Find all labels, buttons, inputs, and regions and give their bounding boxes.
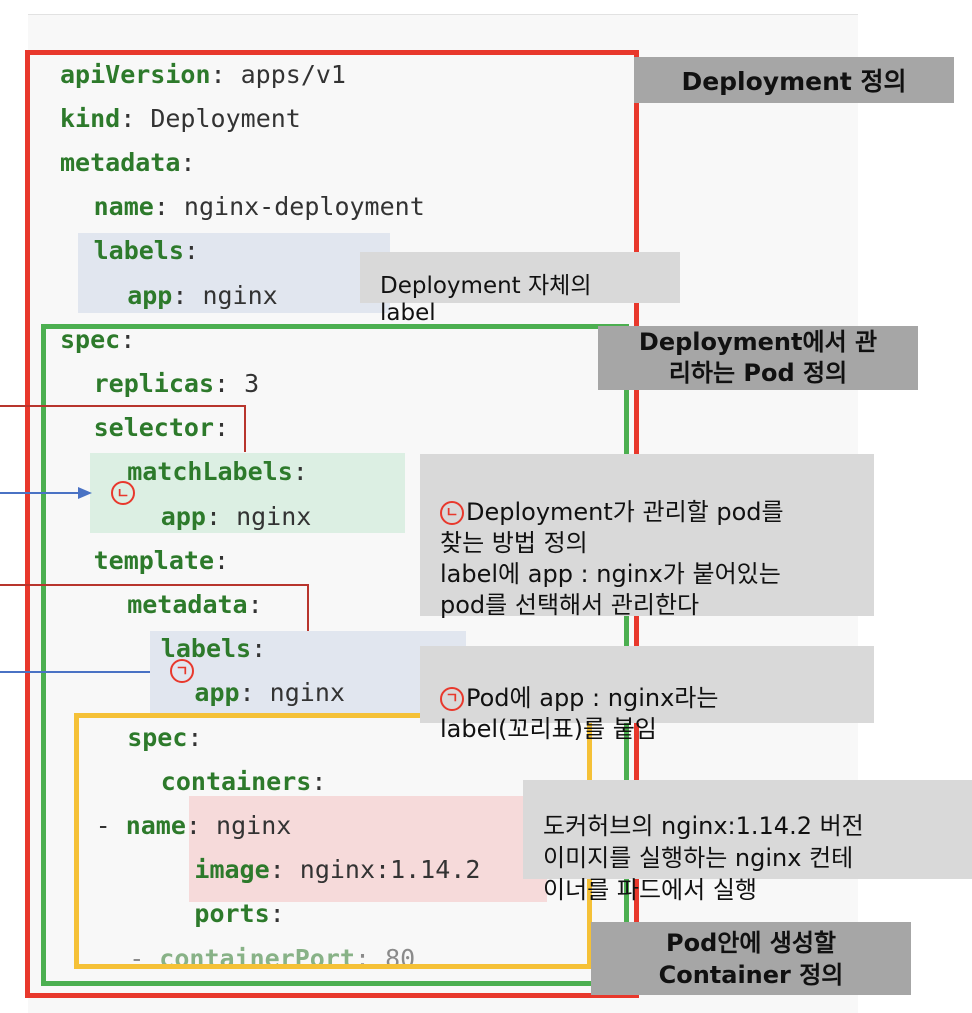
pod-managed-text: Deployment에서 관 리하는 Pod 정의 [638, 328, 878, 387]
template-marker-icon: ㄱ [170, 659, 194, 683]
template-desc-note: ㄱ Pod에 app : nginx라는 label(꼬리표)를 붙임 [420, 646, 874, 743]
template-red-connector [0, 584, 309, 631]
deployment-def-label: Deployment 정의 [634, 57, 954, 103]
image-desc-note: 도커허브의 nginx:1.14.2 버전 이미지를 실행하는 nginx 컨테… [523, 780, 972, 904]
container-def-text: Pod안에 생성할 Container 정의 [658, 928, 844, 989]
selector-note-marker-icon: ㄴ [440, 501, 464, 525]
template-note-marker-icon: ㄱ [440, 687, 464, 711]
selector-desc-text: Deployment가 관리할 pod를 찾는 방법 정의 label에 app… [440, 498, 784, 619]
deployment-label-text: Deployment 자체의 label [380, 273, 592, 326]
deployment-label-note: Deployment 자체의 label [360, 252, 680, 326]
selector-arrow-head [78, 487, 92, 499]
image-desc-text: 도커허브의 nginx:1.14.2 버전 이미지를 실행하는 nginx 컨테… [543, 812, 864, 904]
selector-red-connector [0, 405, 246, 452]
deployment-def-text: Deployment 정의 [681, 67, 907, 96]
container-def-label: Pod안에 생성할 Container 정의 [591, 922, 911, 995]
selector-desc-note: ㄴ Deployment가 관리할 pod를 찾는 방법 정의 label에 ap… [420, 454, 874, 619]
pod-managed-label: Deployment에서 관 리하는 Pod 정의 [598, 326, 918, 390]
selector-marker-icon: ㄴ [111, 481, 135, 505]
